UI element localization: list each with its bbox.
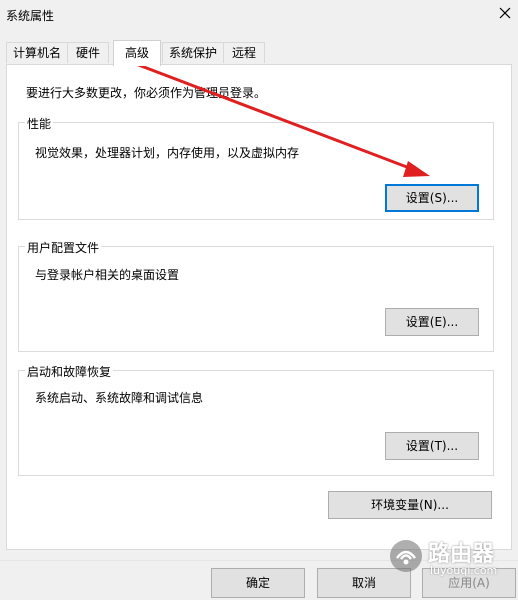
user-profile-group: 用户配置文件 与登录帐户相关的桌面设置 设置(E)... <box>18 239 494 352</box>
performance-group-title: 性能 <box>25 115 54 132</box>
ok-button[interactable]: 确定 <box>211 568 305 598</box>
startup-recovery-settings-button[interactable]: 设置(T)... <box>385 432 479 460</box>
environment-variables-button[interactable]: 环境变量(N)... <box>328 491 492 519</box>
router-logo-icon <box>390 540 422 572</box>
tab-remote[interactable]: 远程 <box>223 42 265 63</box>
performance-settings-button[interactable]: 设置(S)... <box>385 184 479 212</box>
window-title: 系统属性 <box>6 9 55 23</box>
performance-description: 视觉效果，处理器计划，内存使用，以及虚拟内存 <box>35 146 300 160</box>
watermark: 路由器 luyouqi.com <box>384 534 518 584</box>
close-icon[interactable] <box>495 3 515 23</box>
tab-advanced[interactable]: 高级 <box>113 40 161 66</box>
tab-bar: 计算机名 硬件 高级 系统保护 远程 <box>0 40 518 66</box>
startup-recovery-group: 启动和故障恢复 系统启动、系统故障和调试信息 设置(T)... <box>18 363 494 476</box>
startup-recovery-group-title: 启动和故障恢复 <box>25 363 114 380</box>
admin-notice: 要进行大多数更改，你必须作为管理员登录。 <box>26 86 267 100</box>
tab-computer-name[interactable]: 计算机名 <box>6 42 68 63</box>
user-profile-settings-button[interactable]: 设置(E)... <box>385 308 479 336</box>
watermark-site: luyouqi.com <box>430 564 498 577</box>
startup-recovery-description: 系统启动、系统故障和调试信息 <box>35 391 204 405</box>
tab-hardware[interactable]: 硬件 <box>67 42 109 63</box>
user-profile-description: 与登录帐户相关的桌面设置 <box>35 268 180 282</box>
tab-system-protection[interactable]: 系统保护 <box>162 42 224 63</box>
performance-group: 性能 视觉效果，处理器计划，内存使用，以及虚拟内存 设置(S)... <box>18 115 494 220</box>
user-profile-group-title: 用户配置文件 <box>25 239 102 256</box>
